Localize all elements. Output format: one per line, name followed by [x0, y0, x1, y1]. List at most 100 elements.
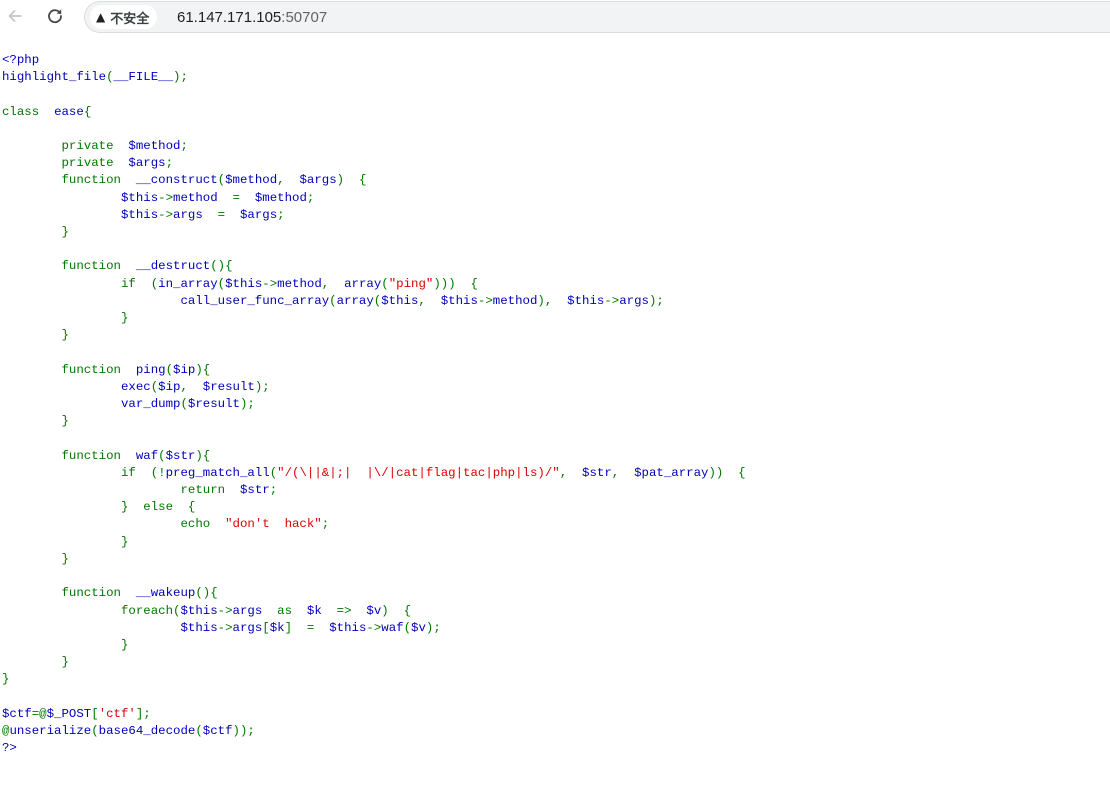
code-token: $str — [239, 483, 270, 498]
code-token: [ — [91, 706, 99, 721]
code-token: ( — [158, 448, 166, 463]
code-token: { — [83, 104, 92, 119]
code-token: ?> — [2, 741, 17, 756]
code-token: $k — [269, 620, 285, 635]
code-token: $this — [329, 620, 367, 635]
code-token: private — [2, 139, 129, 154]
code-line: } — [2, 534, 746, 551]
code-token: (){ — [210, 259, 233, 274]
code-token: $pat_array — [634, 465, 709, 480]
code-token: $ip — [173, 362, 196, 377]
code-token: -> — [604, 293, 620, 308]
code-token: = — [217, 207, 240, 222]
code-token: } — [2, 655, 69, 670]
code-token: )) { — [708, 465, 746, 480]
code-line: class ease{ — [2, 104, 746, 121]
code-token: $result — [187, 397, 240, 412]
back-button[interactable] — [2, 3, 28, 29]
code-token: ( — [403, 620, 412, 635]
code-token: -> — [262, 276, 278, 291]
code-line: return $str; — [2, 482, 746, 499]
code-token: $ip — [158, 379, 181, 394]
code-token: "ping" — [388, 276, 434, 291]
code-token: "don't hack" — [225, 517, 322, 532]
code-token: "/(\||&|;| |\/|cat|flag|tac|php|ls)/" — [277, 465, 560, 480]
code-token: -> — [217, 603, 233, 618]
code-token: $method — [128, 139, 181, 154]
code-token: ( — [217, 173, 226, 188]
code-token: $_POST — [46, 706, 92, 721]
code-token: , — [321, 276, 345, 291]
code-token: -> — [477, 293, 493, 308]
warning-icon: ▲ — [96, 10, 106, 24]
arrow-left-icon — [6, 7, 24, 25]
code-token: base64_decode — [98, 723, 196, 738]
code-token: args — [619, 293, 649, 308]
code-token: preg_match_all — [165, 465, 270, 480]
code-token: __destruct — [135, 259, 211, 274]
code-token: $method — [225, 173, 278, 188]
code-token: array — [344, 276, 382, 291]
code-token: $k — [306, 603, 337, 618]
code-token: $v — [411, 620, 426, 635]
code-token: if ( — [2, 276, 159, 291]
code-line: } — [2, 327, 746, 344]
code-token: args — [173, 207, 218, 222]
code-line: $this->method = $method; — [2, 190, 746, 207]
code-token: ] = — [284, 620, 330, 635]
code-line: } — [2, 671, 746, 688]
code-line: $ctf=@$_POST['ctf']; — [2, 706, 746, 723]
security-label: 不安全 — [110, 11, 150, 27]
code-line: if (!preg_match_all("/(\||&|;| |\/|cat|f… — [2, 465, 746, 482]
code-token: array — [336, 293, 374, 308]
code-token: method — [277, 276, 322, 291]
reload-icon — [45, 6, 65, 26]
code-token: (){ — [195, 586, 218, 601]
php-source-code: <?php highlight_file(__FILE__); class eas… — [2, 52, 746, 757]
code-token: } — [2, 225, 69, 240]
security-chip[interactable]: ▲ 不安全 — [90, 5, 158, 29]
code-token: ( — [381, 276, 389, 291]
code-line: exec($ip, $result); — [2, 379, 746, 396]
code-line: $this->args[$k] = $this->waf($v); — [2, 620, 746, 637]
code-token: ( — [217, 276, 226, 291]
code-token: function — [2, 173, 136, 188]
code-line: ?> — [2, 740, 746, 757]
code-token: return — [2, 483, 240, 498]
url-port: :50707 — [281, 9, 328, 26]
code-token: $this — [225, 276, 263, 291]
code-token: ping — [135, 362, 166, 377]
code-token: as — [277, 603, 307, 618]
code-token: } — [2, 551, 69, 566]
code-token: => — [336, 603, 367, 618]
code-token: } — [2, 534, 129, 549]
code-token: ( — [329, 293, 337, 308]
code-token: ){ — [195, 448, 211, 463]
code-token: ; — [277, 207, 285, 222]
url-text[interactable]: 61.147.171.105:50707 — [177, 9, 327, 26]
code-token: ){ — [195, 362, 211, 377]
code-token: ); — [254, 379, 270, 394]
code-token: ); — [425, 620, 441, 635]
code-line: private $method; — [2, 138, 746, 155]
code-token: $v — [366, 603, 382, 618]
code-line: highlight_file(__FILE__); — [2, 69, 746, 86]
code-token: ) { — [381, 603, 412, 618]
address-bar[interactable]: ▲ 不安全 61.147.171.105:50707 — [84, 1, 1110, 33]
code-token: $method — [254, 190, 307, 205]
reload-button[interactable] — [42, 3, 68, 29]
code-token: , — [180, 379, 203, 394]
code-token: $this — [180, 603, 218, 618]
code-token: foreach( — [2, 603, 181, 618]
code-token: $this — [2, 190, 159, 205]
code-line: private $args; — [2, 155, 746, 172]
code-line: } — [2, 654, 746, 671]
code-token: $args — [239, 207, 278, 222]
browser-toolbar: ▲ 不安全 61.147.171.105:50707 — [0, 0, 1110, 34]
code-token: $str — [165, 448, 196, 463]
code-token: , — [611, 465, 635, 480]
code-token: private — [2, 156, 129, 171]
